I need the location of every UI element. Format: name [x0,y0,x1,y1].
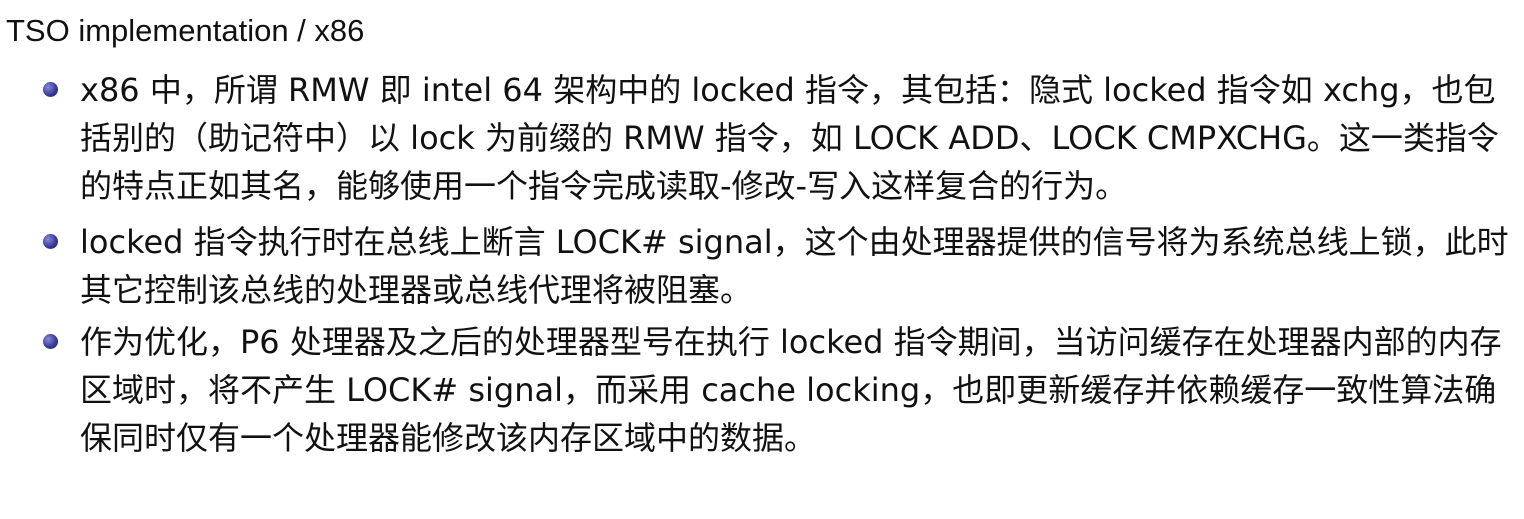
bullet-item: 作为优化，P6 处理器及之后的处理器型号在执行 locked 指令期间，当访问缓… [0,318,1524,462]
bullet-dot-icon [43,82,58,97]
bullet-item: locked 指令执行时在总线上断言 LOCK# signal，这个由处理器提供… [0,218,1524,314]
bullet-text: locked 指令执行时在总线上断言 LOCK# signal，这个由处理器提供… [80,223,1509,309]
bullet-list: x86 中，所谓 RMW 即 intel 64 架构中的 locked 指令，其… [0,66,1524,470]
bullet-item: x86 中，所谓 RMW 即 intel 64 架构中的 locked 指令，其… [0,66,1524,210]
slide-title: TSO implementation / x86 [6,13,365,48]
bullet-dot-icon [43,334,58,349]
bullet-text: x86 中，所谓 RMW 即 intel 64 架构中的 locked 指令，其… [80,71,1499,205]
bullet-text: 作为优化，P6 处理器及之后的处理器型号在执行 locked 指令期间，当访问缓… [80,323,1502,457]
bullet-dot-icon [43,234,58,249]
slide: TSO implementation / x86 x86 中，所谓 RMW 即 … [0,0,1524,519]
